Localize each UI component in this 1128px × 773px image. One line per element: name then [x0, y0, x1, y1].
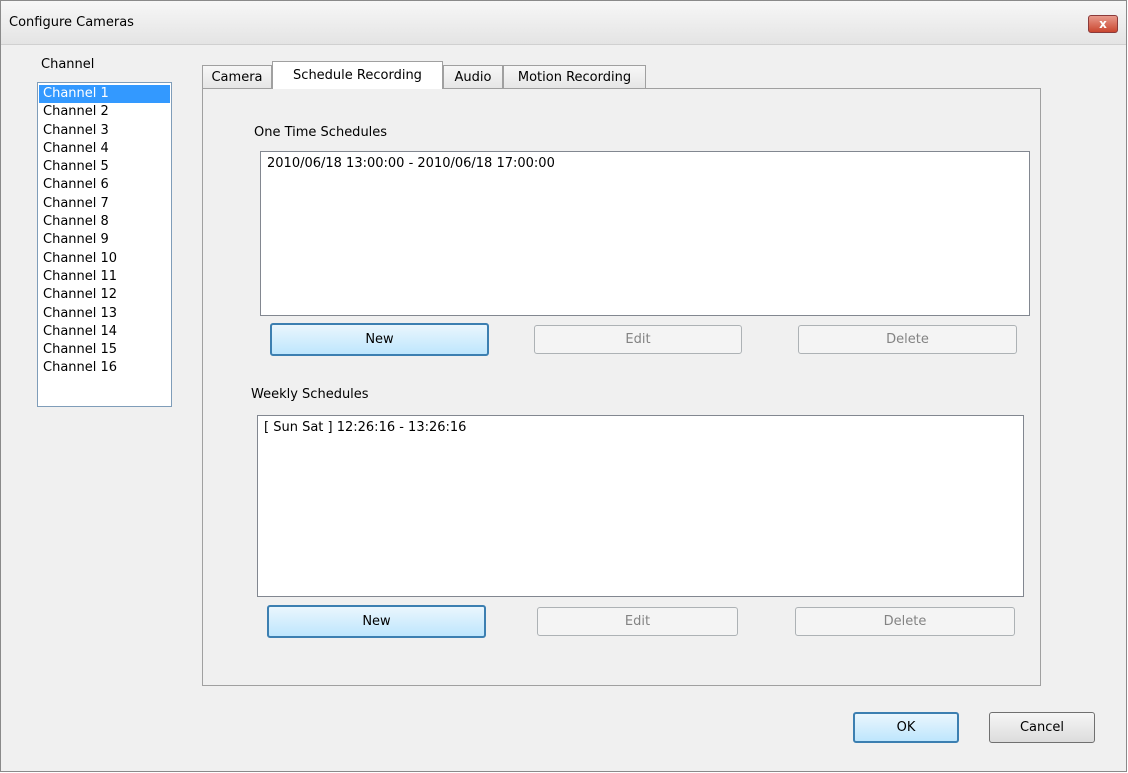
channel-item[interactable]: Channel 10	[39, 250, 170, 268]
channel-item[interactable]: Channel 6	[39, 176, 170, 194]
weekly-delete-button[interactable]: Delete	[795, 607, 1015, 636]
tab-audio[interactable]: Audio	[443, 65, 503, 88]
channel-item[interactable]: Channel 2	[39, 103, 170, 121]
channel-item[interactable]: Channel 9	[39, 231, 170, 249]
channel-label: Channel	[41, 57, 95, 72]
close-icon: x	[1099, 17, 1107, 31]
weekly-schedules-label: Weekly Schedules	[251, 387, 369, 402]
channel-item[interactable]: Channel 12	[39, 286, 170, 304]
one-time-schedules-label: One Time Schedules	[254, 125, 388, 140]
one-time-edit-button[interactable]: Edit	[534, 325, 742, 354]
weekly-schedule-list[interactable]: [ Sun Sat ] 12:26:16 - 13:26:16	[257, 415, 1024, 597]
list-item[interactable]: [ Sun Sat ] 12:26:16 - 13:26:16	[258, 416, 1023, 439]
channel-item[interactable]: Channel 8	[39, 213, 170, 231]
channel-item[interactable]: Channel 14	[39, 323, 170, 341]
channel-item[interactable]: Channel 7	[39, 195, 170, 213]
list-item[interactable]: 2010/06/18 13:00:00 - 2010/06/18 17:00:0…	[261, 152, 1029, 175]
one-time-schedule-list[interactable]: 2010/06/18 13:00:00 - 2010/06/18 17:00:0…	[260, 151, 1030, 316]
channel-item[interactable]: Channel 11	[39, 268, 170, 286]
schedule-recording-panel: One Time Schedules 2010/06/18 13:00:00 -…	[202, 88, 1041, 686]
configure-cameras-dialog: Configure Cameras x Channel Channel 1 Ch…	[0, 0, 1127, 772]
weekly-edit-button[interactable]: Edit	[537, 607, 738, 636]
tab-motion-recording[interactable]: Motion Recording	[503, 65, 646, 88]
channel-item[interactable]: Channel 3	[39, 122, 170, 140]
title-bar: Configure Cameras x	[1, 1, 1126, 45]
channel-list[interactable]: Channel 1 Channel 2 Channel 3 Channel 4 …	[37, 82, 172, 407]
one-time-new-button[interactable]: New	[270, 323, 489, 356]
channel-item[interactable]: Channel 4	[39, 140, 170, 158]
channel-item[interactable]: Channel 1	[39, 85, 170, 104]
window-title: Configure Cameras	[9, 15, 134, 30]
tab-schedule-recording[interactable]: Schedule Recording	[272, 61, 443, 89]
channel-item[interactable]: Channel 15	[39, 341, 170, 359]
tab-camera[interactable]: Camera	[202, 65, 272, 88]
weekly-new-button[interactable]: New	[267, 605, 486, 638]
one-time-delete-button[interactable]: Delete	[798, 325, 1017, 354]
close-button[interactable]: x	[1088, 15, 1118, 33]
channel-item[interactable]: Channel 16	[39, 359, 170, 377]
channel-item[interactable]: Channel 13	[39, 305, 170, 323]
channel-item[interactable]: Channel 5	[39, 158, 170, 176]
cancel-button[interactable]: Cancel	[989, 712, 1095, 743]
ok-button[interactable]: OK	[853, 712, 959, 743]
